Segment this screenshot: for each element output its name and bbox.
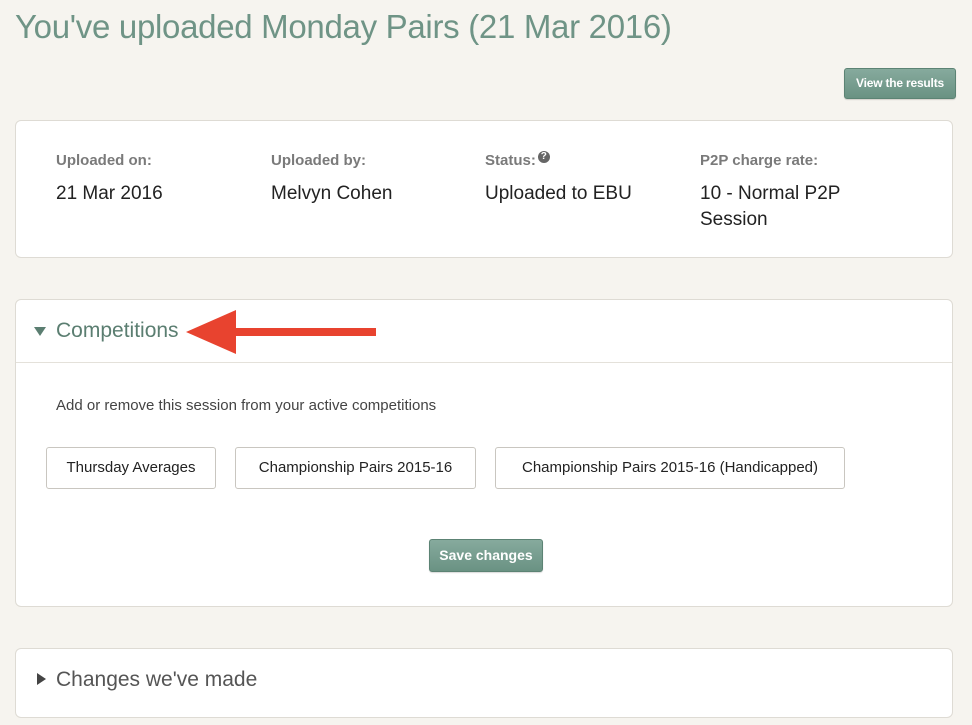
uploaded-by-label: Uploaded by: [271,151,367,169]
caret-down-icon[interactable] [34,327,46,336]
status-label: Status: [485,151,536,169]
competitions-panel: Competitions Add or remove this session … [15,299,953,607]
save-changes-button[interactable]: Save changes [429,539,543,572]
page-title: You've uploaded Monday Pairs (21 Mar 201… [15,8,672,45]
question-circle-icon[interactable]: ? [537,151,550,163]
charge-rate-value-line1: 10 - Normal P2P [700,183,841,204]
competition-toggle-championship-pairs[interactable]: Championship Pairs 2015-16 [235,447,476,489]
status-value: Uploaded to EBU [485,183,632,204]
changes-title[interactable]: Changes we've made [56,668,257,692]
caret-right-icon[interactable] [37,673,46,685]
competitions-description: Add or remove this session from your act… [56,397,437,414]
charge-rate-value: 10 - Normal P2P Session [700,181,900,233]
uploaded-by-field: Uploaded by: Melvyn Cohen [271,151,471,207]
competition-toggle-thursday-averages[interactable]: Thursday Averages [46,447,216,489]
competitions-title[interactable]: Competitions [56,319,179,343]
competitions-header[interactable]: Competitions [16,300,952,363]
charge-rate-field: P2P charge rate: 10 - Normal P2P Session [700,151,900,233]
status-field: Status: ? Uploaded to EBU [485,151,685,207]
competition-toggle-championship-pairs-handicapped[interactable]: Championship Pairs 2015-16 (Handicapped) [495,447,845,489]
uploaded-by-value: Melvyn Cohen [271,183,393,204]
charge-rate-label: P2P charge rate: [700,151,819,169]
view-results-button[interactable]: View the results [844,68,956,99]
uploaded-on-field: Uploaded on: 21 Mar 2016 [56,151,256,207]
red-arrow-annotation [186,310,376,354]
session-info-card: Uploaded on: 21 Mar 2016 Uploaded by: Me… [15,120,953,258]
charge-rate-value-line2: Session [700,209,768,230]
status-label-row: Status: ? [485,151,685,169]
changes-panel[interactable]: Changes we've made [15,648,953,718]
uploaded-on-value: 21 Mar 2016 [56,183,163,204]
uploaded-on-label: Uploaded on: [56,151,152,169]
